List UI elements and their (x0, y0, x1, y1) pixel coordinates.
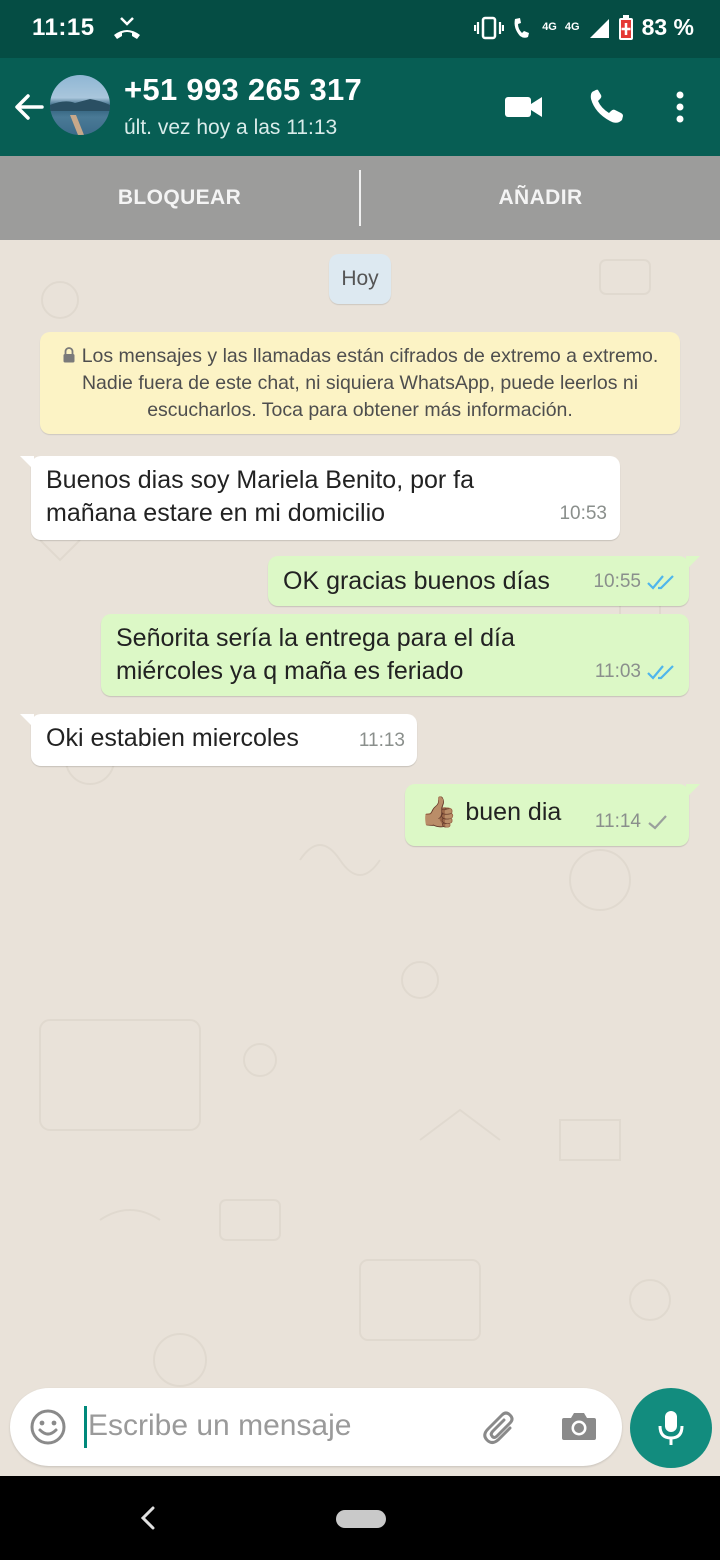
back-arrow-icon[interactable] (10, 88, 48, 126)
message-bubble-outgoing[interactable]: 👍🏽 buen dia 11:14 (405, 784, 700, 846)
message-text: miércoles ya q maña es feriado (116, 657, 464, 685)
unknown-contact-bar: BLOQUEAR AÑADIR (0, 156, 720, 240)
message-text: buen dia (465, 798, 562, 826)
chat-header: +51 993 265 317 últ. vez hoy a las 11:13 (0, 58, 720, 156)
network-label: 4G (564, 21, 580, 33)
status-time: 11:15 (32, 14, 95, 41)
signal-icon (589, 18, 609, 38)
battery-icon (618, 14, 633, 40)
date-chip: Hoy (329, 254, 391, 304)
sent-tick-icon (648, 814, 667, 830)
attach-icon[interactable] (480, 1408, 520, 1448)
wifi-calling-icon (514, 17, 530, 38)
status-bar: 11:15 4G 4G 83 % (0, 0, 720, 58)
read-receipt-icon (647, 664, 674, 680)
missed-call-icon (114, 17, 140, 39)
emoji-icon[interactable] (28, 1407, 68, 1447)
nav-back-icon[interactable] (138, 1505, 158, 1531)
camera-icon[interactable] (560, 1408, 598, 1444)
message-text: OK gracias buenos días (283, 567, 550, 595)
contact-name[interactable]: +51 993 265 317 (124, 72, 362, 108)
encryption-notice-text: Los mensajes y las llamadas están cifrad… (81, 345, 659, 421)
message-bubble-incoming[interactable]: Buenos dias soy Mariela Benito, por fa m… (20, 456, 620, 540)
encryption-notice[interactable]: Los mensajes y las llamadas están cifrad… (40, 332, 680, 434)
battery-percent: 83 % (641, 14, 694, 40)
message-input[interactable] (86, 1402, 466, 1450)
lock-icon (63, 347, 75, 363)
mic-button[interactable] (630, 1388, 712, 1468)
vibrate-icon (474, 16, 505, 39)
message-text: Señorita sería la entrega para el día (116, 624, 515, 652)
more-options-icon[interactable] (659, 86, 701, 128)
avatar[interactable] (50, 75, 110, 135)
read-receipt-icon (647, 574, 674, 590)
message-bubble-incoming[interactable]: Oki estabien miercoles 11:13 (20, 714, 417, 766)
nav-home-pill[interactable] (336, 1510, 386, 1528)
message-time: 10:53 (559, 503, 607, 524)
add-contact-button[interactable]: AÑADIR (361, 186, 720, 210)
message-text: mañana estare en mi domicilio (46, 499, 386, 527)
message-text: Oki estabien miercoles (46, 724, 299, 752)
message-time: 11:03 (594, 661, 641, 682)
message-time: 10:55 (593, 571, 641, 592)
mic-icon (658, 1411, 684, 1445)
thumbs-up-emoji: 👍🏽 (420, 796, 458, 829)
message-text: Buenos dias soy Mariela Benito, por fa (46, 466, 475, 494)
network-label: 4G (542, 21, 557, 33)
message-time: 11:14 (594, 811, 641, 832)
video-call-icon[interactable] (503, 86, 545, 128)
block-button[interactable]: BLOQUEAR (0, 186, 359, 210)
message-bubble-outgoing[interactable]: Señorita sería la entrega para el día mi… (101, 614, 689, 696)
last-seen-status: últ. vez hoy a las 11:13 (124, 116, 338, 139)
message-time: 11:13 (358, 730, 405, 751)
chat-area[interactable]: Hoy Los mensajes y las llamadas están ci… (0, 240, 720, 1476)
phone-call-icon[interactable] (586, 86, 628, 128)
message-bubble-outgoing[interactable]: OK gracias buenos días 10:55 (268, 556, 700, 606)
message-composer (10, 1388, 622, 1466)
